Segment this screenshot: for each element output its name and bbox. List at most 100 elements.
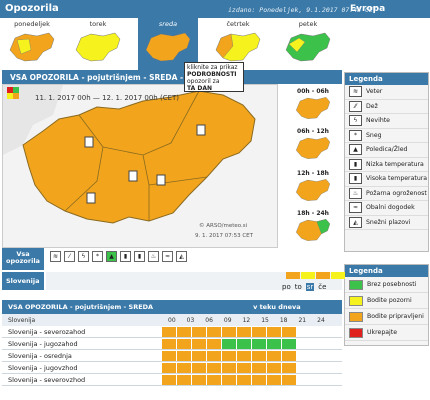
main-map[interactable]: © ARSO/meteo.si 9. 1. 2017 07:53 CET <box>2 84 278 248</box>
warning-icon[interactable] <box>156 174 166 186</box>
thermometer-low-icon: ▮ <box>349 158 362 170</box>
warning-icon[interactable] <box>162 362 176 373</box>
ice-icon[interactable]: ▲ <box>106 251 117 262</box>
region-label[interactable]: Slovenija <box>2 272 44 290</box>
legend-colors: Legenda Brez posebnosti Bodite pozorni B… <box>344 264 429 346</box>
period-3[interactable]: 18h - 24h <box>287 210 339 245</box>
avalanche-icon: ◭ <box>349 216 362 228</box>
lightning-icon: ϟ <box>349 115 362 127</box>
table-row[interactable]: Slovenija - osrednja <box>2 350 342 362</box>
color-swatch <box>349 311 363 322</box>
legend-color-orange: Bodite pripravljeni <box>345 309 428 325</box>
legend-item-rain: ⁄⁄ Dež <box>345 100 428 114</box>
day-cell[interactable] <box>286 272 300 279</box>
fire-icon: ♨ <box>349 187 362 199</box>
day-tuesday[interactable]: torek <box>68 18 128 72</box>
legend-item-fire: ♨ Požarna ogroženost <box>345 187 428 201</box>
thermometer-low-icon[interactable]: ▮ <box>120 251 131 262</box>
warning-icon[interactable] <box>162 326 176 337</box>
day-monday[interactable]: ponedeljek <box>2 18 62 72</box>
table-row[interactable]: Slovenija - jugozahod <box>2 338 342 350</box>
lightning-icon[interactable]: ϟ <box>78 251 89 262</box>
day-cell[interactable] <box>331 272 345 279</box>
wind-icon[interactable]: ≋ <box>50 251 61 262</box>
warning-icon[interactable] <box>162 350 176 361</box>
page-title: Opozorila <box>5 3 59 14</box>
map-thumb-icon <box>295 219 331 241</box>
legend-item-wind: ≋ Veter <box>345 85 428 100</box>
day-selector: ponedeljek torek sreda četrtek petek <box>2 18 340 72</box>
color-swatch <box>349 279 363 290</box>
wave-icon[interactable]: ≈ <box>162 251 173 262</box>
day-friday[interactable]: petek <box>278 18 338 72</box>
map-thumb-icon <box>285 32 331 62</box>
table-subheader: Slovenija 00 03 06 09 12 15 18 21 24 <box>2 314 342 326</box>
snow-icon: * <box>349 129 362 141</box>
warning-icon[interactable] <box>86 192 96 204</box>
legend-item-storm: ϟ Nevihte <box>345 114 428 129</box>
map-thumb-icon <box>295 179 331 201</box>
legend-icons: Legenda ≋ Veter ⁄⁄ Dež ϟ Nevihte * Sneg ▲ Pol… <box>344 72 429 252</box>
warning-icon[interactable] <box>84 136 94 148</box>
nav-sr[interactable]: sr <box>305 283 315 291</box>
nav-po[interactable]: po <box>282 283 291 291</box>
map-thumb-icon <box>295 137 331 159</box>
map-thumb-icon <box>145 32 191 62</box>
legend-color-red: Ukrepajte <box>345 325 428 341</box>
table-row[interactable]: Slovenija - jugovzhod <box>2 362 342 374</box>
legend-color-green: Brez posebnosti <box>345 277 428 293</box>
map-thumb-icon <box>9 32 55 62</box>
ice-icon: ▲ <box>349 144 362 156</box>
nav-to[interactable]: to <box>295 283 302 291</box>
legend-color-yellow: Bodite pozorni <box>345 293 428 309</box>
legend-title: Legenda <box>345 265 428 277</box>
period-2[interactable]: 12h - 18h <box>287 170 339 205</box>
legend-item-avalanche: ◭ Snežni plazovi <box>345 216 428 230</box>
map-thumb-icon <box>295 97 331 119</box>
map-credit: © ARSO/meteo.si <box>199 223 248 229</box>
map-date-range: 11. 1. 2017 00h — 12. 1. 2017 00h (CET) <box>35 94 180 102</box>
legend-item-coastal: ≈ Obalni dogodek <box>345 201 428 216</box>
wind-icon: ≋ <box>349 86 362 98</box>
period-maps: 00h - 06h 06h - 12h 12h - 18h 18h - 24h <box>287 84 339 248</box>
table-header: VSA OPOZORILA - pojutrišnjem - SREDA v t… <box>2 300 342 314</box>
warning-icon[interactable] <box>196 124 206 136</box>
day-strip: po to sr če <box>46 272 345 291</box>
table-row[interactable]: Slovenija - severozahod <box>2 326 342 338</box>
thermometer-high-icon[interactable]: ▮ <box>134 251 145 262</box>
filter-bar: Vsa opozorila ≋ ⁄ ϟ * ▲ ▮ ▮ ♨ ≈ ◭ <box>2 248 342 270</box>
color-swatch <box>349 327 363 338</box>
map-thumb-icon <box>215 32 261 62</box>
period-1[interactable]: 06h - 12h <box>287 128 339 163</box>
nav-ce[interactable]: če <box>318 283 326 291</box>
legend-item-ice: ▲ Poledica/Žled <box>345 143 428 158</box>
day-cell[interactable] <box>316 272 330 279</box>
legend-item-lowtemp: ▮ Nizka temperatura <box>345 158 428 172</box>
warning-icon[interactable] <box>128 170 138 182</box>
tooltip: kliknite za prikaz PODROBNOSTI opozoril … <box>184 62 244 92</box>
detail-table: VSA OPOZORILA - pojutrišnjem - SREDA v t… <box>2 300 342 398</box>
color-swatch <box>349 295 363 306</box>
wave-icon: ≈ <box>349 202 362 214</box>
snow-icon[interactable]: * <box>92 251 103 262</box>
warning-icon[interactable] <box>162 338 176 349</box>
region-bar: Slovenija po to sr če <box>2 272 345 291</box>
legend-title: Legenda <box>345 73 428 85</box>
legend-item-snow: * Sneg <box>345 129 428 143</box>
table-row[interactable]: Slovenija - severovzhod <box>2 374 342 386</box>
rain-icon: ⁄⁄ <box>349 100 362 112</box>
section-title: VSA OPOZORILA - pojutrišnjem - SREDA - S… <box>2 70 342 84</box>
map-stamp: 9. 1. 2017 07:53 CET <box>195 233 254 239</box>
map-thumb-icon <box>75 32 121 62</box>
thermometer-high-icon: ▮ <box>349 173 362 185</box>
legend-item-hightemp: ▮ Visoka temperatura <box>345 172 428 187</box>
day-cell[interactable] <box>301 272 315 279</box>
period-0[interactable]: 00h - 06h <box>287 88 339 123</box>
rain-icon[interactable]: ⁄ <box>64 251 75 262</box>
filter-all-label[interactable]: Vsa opozorila <box>2 248 44 270</box>
fire-icon[interactable]: ♨ <box>148 251 159 262</box>
warning-icon[interactable] <box>162 374 176 385</box>
europe-link[interactable]: Evropa <box>350 4 385 14</box>
avalanche-icon[interactable]: ◭ <box>176 251 187 262</box>
day-nav: po to sr če <box>282 283 326 291</box>
